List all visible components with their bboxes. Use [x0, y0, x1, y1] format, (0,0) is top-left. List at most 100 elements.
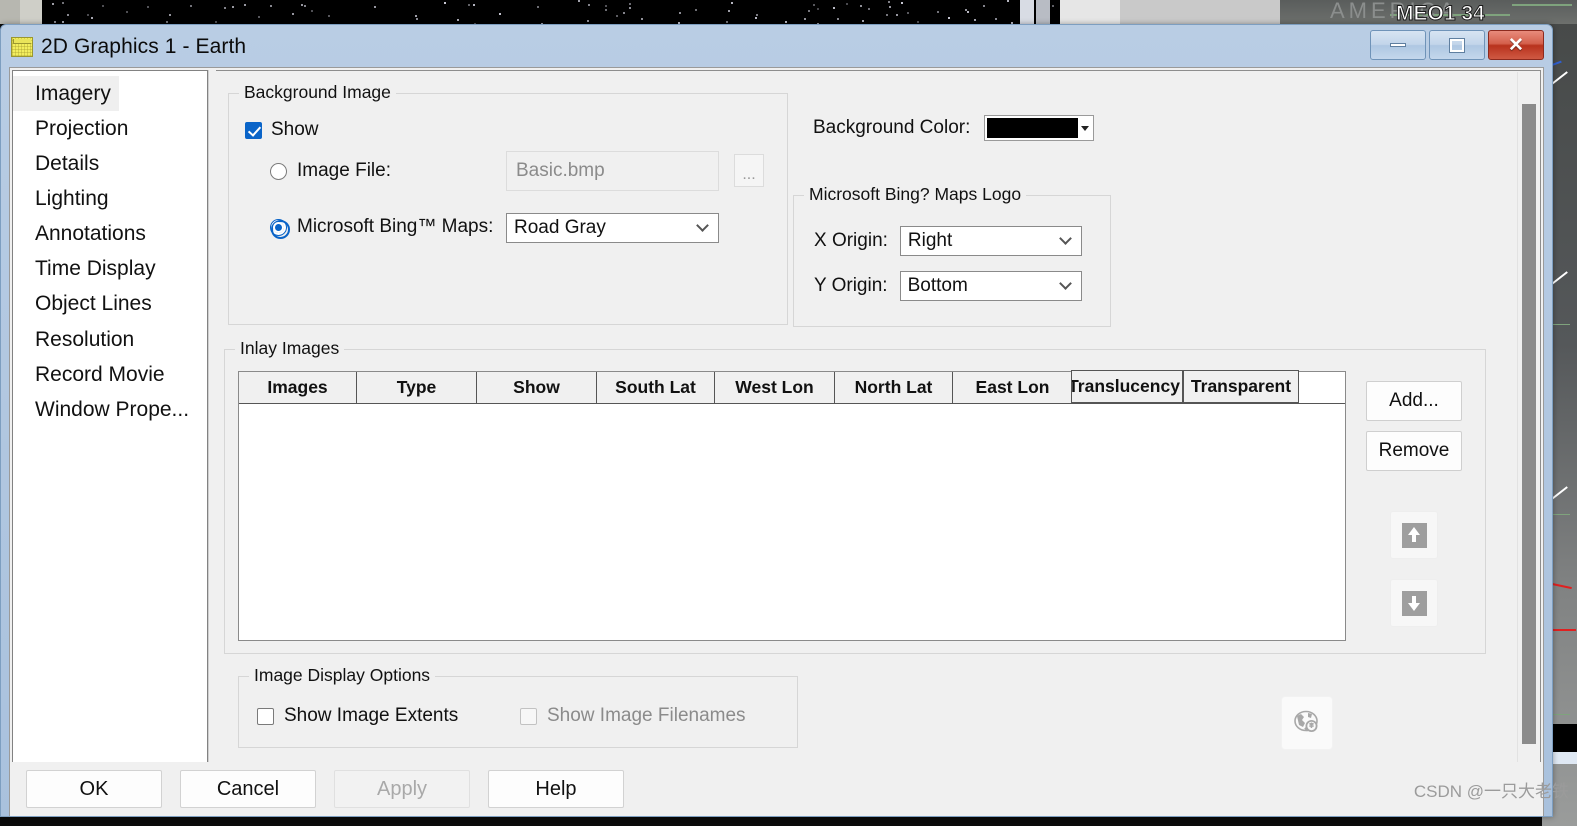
sidebar-item-projection[interactable]: Projection: [13, 111, 207, 146]
image-file-radio[interactable]: [270, 162, 287, 180]
map-label-meo: MEO1 34: [1396, 2, 1486, 26]
browse-image-file-button[interactable]: ...: [734, 154, 764, 187]
sidebar-item-label: Imagery: [35, 82, 111, 105]
bing-maps-radio-row[interactable]: Microsoft Bing™ Maps:: [270, 216, 494, 239]
graphics-properties-dialog: 2D Graphics 1 - Earth ✕ Imagery Projecti…: [0, 24, 1553, 817]
show-background-image-checkbox-row[interactable]: Show: [245, 119, 319, 141]
move-down-button[interactable]: [1390, 579, 1438, 627]
minimize-button[interactable]: [1370, 30, 1426, 60]
desktop-map-strip: [1060, 0, 1577, 24]
column-header-south-lat[interactable]: South Lat: [597, 372, 715, 403]
bing-maps-radio[interactable]: [270, 218, 290, 239]
background-image-group: Background Image Show Image File: Basic.…: [228, 82, 788, 325]
screen: AMERICA MEO1 34 2D Graphics 1 - Earth ✕ …: [0, 0, 1577, 826]
bing-maps-logo-group: Microsoft Bing? Maps Logo X Origin: Righ…: [793, 184, 1111, 327]
bing-maps-style-value: Road Gray: [514, 217, 606, 238]
x-origin-label: X Origin:: [814, 230, 888, 251]
add-inlay-image-button[interactable]: Add...: [1366, 381, 1462, 421]
show-image-filenames-label: Show Image Filenames: [547, 705, 746, 726]
dialog-body: Imagery Projection Details Lighting Anno…: [9, 67, 1544, 816]
sidebar-item-annotations[interactable]: Annotations: [13, 216, 207, 251]
column-header-type[interactable]: Type: [357, 372, 477, 403]
show-image-extents-checkbox[interactable]: [257, 707, 274, 725]
bing-maps-style-select[interactable]: Road Gray: [506, 213, 719, 243]
y-origin-value: Bottom: [907, 275, 968, 296]
globe-zoom-icon: [1294, 710, 1318, 732]
zoom-to-image-extent-button: [1281, 696, 1333, 750]
sidebar-item-label: Window Prope...: [35, 397, 190, 421]
help-button[interactable]: Help: [488, 770, 624, 808]
sidebar-item-label: Resolution: [35, 327, 135, 351]
column-header-west-lon[interactable]: West Lon: [715, 372, 835, 403]
content-area: Imagery Projection Details Lighting Anno…: [12, 70, 1541, 770]
column-header-images[interactable]: Images: [239, 372, 357, 403]
desktop-pillar-a: [1020, 0, 1034, 24]
window-title: 2D Graphics 1 - Earth: [41, 35, 247, 58]
remove-button-label: Remove: [1378, 440, 1450, 461]
image-file-radio-row[interactable]: Image File:: [270, 160, 391, 182]
ellipsis-icon: ...: [742, 166, 756, 183]
show-background-image-label: Show: [271, 119, 319, 140]
bing-maps-label: Microsoft Bing™ Maps:: [297, 216, 494, 237]
column-header-show[interactable]: Show: [477, 372, 597, 403]
close-button[interactable]: ✕: [1488, 30, 1544, 60]
show-background-image-checkbox[interactable]: [245, 121, 262, 139]
remove-inlay-image-button[interactable]: Remove: [1366, 431, 1462, 471]
apply-button-label: Apply: [376, 777, 428, 800]
sidebar-item-label: Details: [35, 152, 100, 176]
sidebar-item-lighting[interactable]: Lighting: [13, 181, 207, 216]
column-header-translucency[interactable]: Translucency: [1071, 370, 1183, 403]
sidebar-item-label: Projection: [35, 117, 129, 141]
x-origin-row: X Origin: Right: [814, 226, 1082, 256]
table-body[interactable]: [239, 404, 1345, 640]
show-image-filenames-checkbox: [520, 707, 537, 725]
pane-splitter[interactable]: [208, 70, 216, 770]
close-icon: ✕: [1508, 34, 1524, 56]
desktop-panel-left2: [20, 0, 42, 24]
y-origin-label: Y Origin:: [814, 275, 888, 296]
ok-button[interactable]: OK: [26, 770, 162, 808]
sidebar-item-time-display[interactable]: Time Display: [13, 251, 207, 286]
column-header-east-lon[interactable]: East Lon: [953, 372, 1073, 403]
column-header-north-lat[interactable]: North Lat: [835, 372, 953, 403]
cancel-button-label: Cancel: [216, 777, 280, 800]
desktop-panel-left: [0, 0, 20, 24]
help-button-label: Help: [535, 777, 577, 800]
show-image-extents-label: Show Image Extents: [284, 705, 459, 726]
arrow-up-icon: [1401, 522, 1427, 548]
background-image-legend: Background Image: [239, 82, 396, 103]
inlay-images-table[interactable]: Images Type Show South Lat West Lon Nort…: [238, 371, 1346, 641]
cancel-button[interactable]: Cancel: [180, 770, 316, 808]
background-color-picker[interactable]: [984, 115, 1095, 141]
y-origin-select[interactable]: Bottom: [899, 271, 1082, 301]
move-up-button[interactable]: [1390, 511, 1438, 559]
image-display-options-legend: Image Display Options: [249, 665, 436, 686]
image-display-options-group: Image Display Options Show Image Extents…: [238, 665, 798, 748]
sidebar-item-label: Object Lines: [35, 292, 152, 316]
column-header-transparent-label: Transparent: [1190, 376, 1292, 396]
sidebar-item-details[interactable]: Details: [13, 146, 207, 181]
show-image-filenames-row: Show Image Filenames: [520, 705, 746, 727]
desktop-pillar-b: [1036, 0, 1050, 24]
sidebar-item-label: Time Display: [35, 257, 156, 281]
sidebar-item-label: Record Movie: [35, 362, 165, 386]
image-file-input[interactable]: Basic.bmp: [506, 151, 719, 191]
x-origin-select[interactable]: Right: [899, 226, 1082, 256]
scrollbar-thumb[interactable]: [1522, 104, 1536, 744]
maximize-button[interactable]: [1429, 30, 1485, 60]
sidebar-item-window-properties[interactable]: Window Prope...: [13, 392, 207, 427]
title-bar[interactable]: 2D Graphics 1 - Earth ✕: [1, 25, 1552, 69]
background-color-swatch: [987, 118, 1079, 138]
sidebar-item-object-lines[interactable]: Object Lines: [13, 286, 207, 321]
sidebar-item-label: Annotations: [35, 222, 146, 246]
arrow-down-icon: [1401, 590, 1427, 616]
panel-scrollbar[interactable]: [1517, 72, 1539, 768]
show-image-extents-row[interactable]: Show Image Extents: [257, 705, 458, 727]
chevron-down-icon: [696, 219, 709, 232]
sidebar-item-record-movie[interactable]: Record Movie: [13, 357, 207, 392]
sidebar-item-imagery[interactable]: Imagery: [13, 76, 119, 112]
column-header-transparent[interactable]: Transparent: [1183, 370, 1299, 403]
category-list[interactable]: Imagery Projection Details Lighting Anno…: [12, 70, 208, 770]
sidebar-item-resolution[interactable]: Resolution: [13, 322, 207, 357]
minimize-icon: [1390, 43, 1406, 47]
